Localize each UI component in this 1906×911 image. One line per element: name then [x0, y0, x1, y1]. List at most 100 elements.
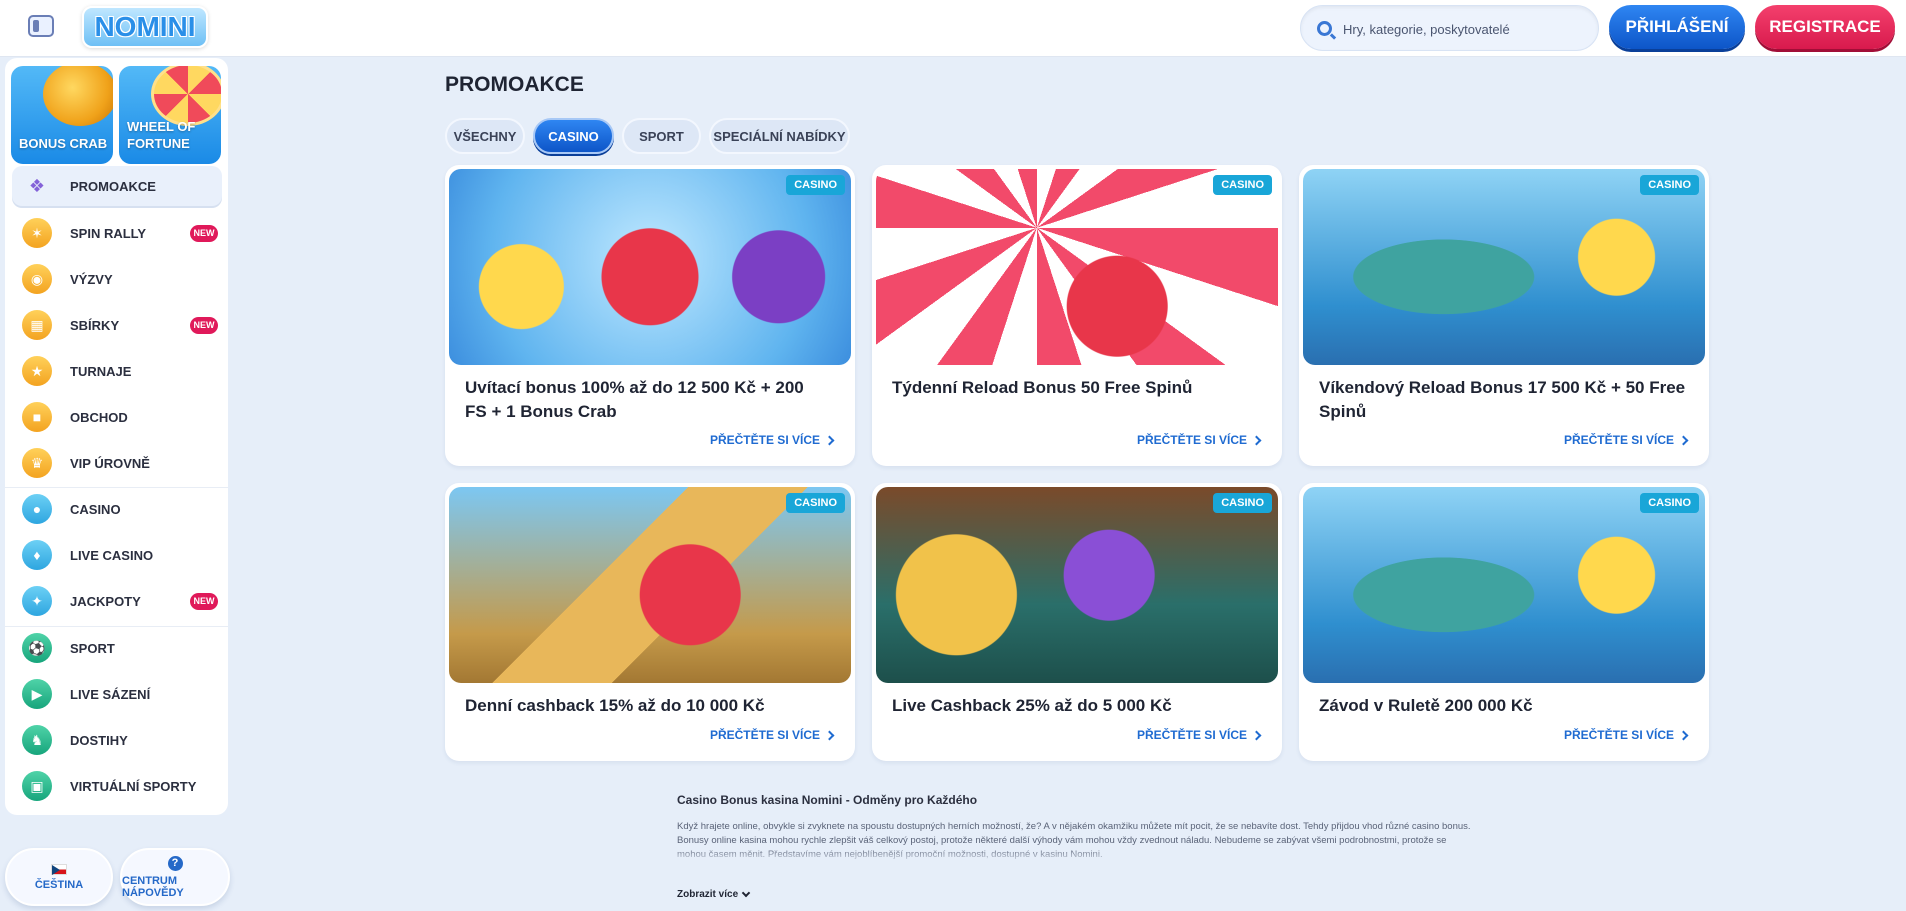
sidebar-item-label: SBÍRKY [70, 317, 120, 333]
show-more-label: Zobrazit více [677, 889, 739, 900]
promo-card-title: Závod v Ruletě 200 000 Kč [1319, 696, 1533, 715]
read-more-link[interactable]: PŘEČTĚTE SI VÍCE [1563, 433, 1689, 447]
new-badge: NEW [190, 224, 218, 242]
sidebar-item-virtualni-sporty[interactable]: ▣ VIRTUÁLNÍ SPORTY [12, 766, 222, 806]
sidebar-item-sport[interactable]: ⚽ SPORT [12, 628, 222, 668]
crown-icon: ♛ [22, 448, 52, 478]
seo-heading: Casino Bonus kasina Nomini - Odměny pro … [677, 793, 978, 807]
tab-specialni-nabidky[interactable]: SPECIÁLNÍ NABÍDKY [709, 118, 850, 154]
seo-fade-overlay [677, 848, 1477, 864]
sidebar-item-casino[interactable]: ● CASINO [12, 489, 222, 529]
sidebar-item-label: CASINO [70, 501, 121, 517]
read-more-link[interactable]: PŘEČTĚTE SI VÍCE [1136, 728, 1262, 742]
promo-card-title: Denní cashback 15% až do 10 000 Kč [465, 696, 765, 715]
shop-icon: ■ [22, 402, 52, 432]
live-betting-icon: ▶ [22, 679, 52, 709]
sidebar-item-live-sazeni[interactable]: ▶ LIVE SÁZENÍ [12, 674, 222, 714]
sidebar-item-vyzvy[interactable]: ◉ VÝZVY [12, 259, 222, 299]
help-center-button[interactable]: ? CENTRUM NÁPOVĚDY [120, 848, 230, 906]
read-more-label: PŘEČTĚTE SI VÍCE [1563, 433, 1674, 447]
sidebar-item-obchod[interactable]: ■ OBCHOD [12, 397, 222, 437]
cherry-icon: ● [22, 494, 52, 524]
read-more-label: PŘEČTĚTE SI VÍCE [1136, 728, 1247, 742]
sidebar-item-sbirky[interactable]: ▦ SBÍRKY NEW [12, 305, 222, 345]
login-button[interactable]: PŘIHLÁŠENÍ [1609, 5, 1745, 49]
sidebar-divider [5, 626, 228, 627]
promo-card[interactable]: CASINO Týdenní Reload Bonus 50 Free Spin… [872, 165, 1282, 466]
sidebar-item-live-casino[interactable]: ♦ LIVE CASINO [12, 535, 222, 575]
sidebar-item-dostihy[interactable]: ♞ DOSTIHY [12, 720, 222, 760]
horse-icon: ♞ [22, 725, 52, 755]
sidebar-item-label: LIVE SÁZENÍ [70, 686, 151, 702]
trophy-icon: ★ [22, 356, 52, 386]
wheel-of-fortune-tile[interactable]: WHEEL OF FORTUNE [119, 66, 221, 164]
read-more-label: PŘEČTĚTE SI VÍCE [709, 433, 820, 447]
promo-card-title: Víkendový Reload Bonus 17 500 Kč + 50 Fr… [1319, 378, 1686, 421]
sidebar-item-turnaje[interactable]: ★ TURNAJE [12, 351, 222, 391]
help-label: CENTRUM NÁPOVĚDY [122, 874, 184, 899]
read-more-link[interactable]: PŘEČTĚTE SI VÍCE [709, 433, 835, 447]
tab-vsechny[interactable]: VŠECHNY [445, 118, 525, 154]
category-tag: CASINO [1640, 493, 1699, 513]
search-icon [1317, 21, 1332, 36]
promo-card[interactable]: CASINO Denní cashback 15% až do 10 000 K… [445, 483, 855, 761]
search-box[interactable] [1300, 5, 1599, 51]
sidebar-item-promoakce[interactable]: ❖ PROMOAKCE [12, 166, 222, 206]
sidebar-item-label: LIVE CASINO [70, 547, 154, 563]
virtual-sports-icon: ▣ [22, 771, 52, 801]
register-button[interactable]: REGISTRACE [1755, 5, 1895, 49]
chevron-right-icon [1251, 435, 1262, 445]
chevron-right-icon [824, 435, 835, 445]
sidebar-item-label: VIP ÚROVNĚ [70, 455, 150, 471]
promo-card-title: Live Cashback 25% až do 5 000 Kč [892, 696, 1172, 715]
read-more-label: PŘEČTĚTE SI VÍCE [1136, 433, 1247, 447]
spin-rally-icon: ✶ [22, 218, 52, 248]
promo-card-image[interactable]: CASINO [876, 487, 1278, 683]
sidebar: BONUS CRAB WHEEL OF FORTUNE ❖ PROMOAKCE … [5, 58, 228, 815]
sidebar-toggle-icon[interactable] [28, 15, 54, 37]
promo-card-image[interactable]: CASINO [449, 169, 851, 365]
sidebar-item-label: VIRTUÁLNÍ SPORTY [70, 778, 197, 794]
chevron-right-icon [1678, 435, 1689, 445]
new-badge: NEW [190, 316, 218, 334]
promo-card-image[interactable]: CASINO [1303, 487, 1705, 683]
promo-card[interactable]: CASINO Uvítací bonus 100% až do 12 500 K… [445, 165, 855, 466]
tab-sport[interactable]: SPORT [622, 118, 701, 154]
sidebar-divider [5, 487, 228, 488]
promo-card-image[interactable]: CASINO [1303, 169, 1705, 365]
read-more-label: PŘEČTĚTE SI VÍCE [1563, 728, 1674, 742]
bonus-crab-tile[interactable]: BONUS CRAB [11, 66, 113, 164]
promo-card-image[interactable]: CASINO [876, 169, 1278, 365]
read-more-link[interactable]: PŘEČTĚTE SI VÍCE [709, 728, 835, 742]
chevron-right-icon [824, 730, 835, 740]
tab-casino[interactable]: CASINO [533, 118, 614, 154]
sidebar-item-label: SPORT [70, 640, 115, 656]
sidebar-item-spin-rally[interactable]: ✶ SPIN RALLY NEW [12, 213, 222, 253]
sidebar-item-label: VÝZVY [70, 271, 113, 287]
sidebar-item-label: PROMOAKCE [70, 178, 156, 194]
show-more-button[interactable]: Zobrazit více [677, 888, 751, 900]
category-tag: CASINO [1213, 175, 1272, 195]
collection-icon: ▦ [22, 310, 52, 340]
sidebar-item-label: SPIN RALLY [70, 225, 147, 241]
read-more-link[interactable]: PŘEČTĚTE SI VÍCE [1563, 728, 1689, 742]
promo-card-title: Týdenní Reload Bonus 50 Free Spinů [892, 378, 1193, 397]
sidebar-item-label: TURNAJE [70, 363, 132, 379]
search-input[interactable] [1343, 18, 1583, 40]
category-tag: CASINO [786, 493, 845, 513]
promo-card[interactable]: CASINO Live Cashback 25% až do 5 000 Kč … [872, 483, 1282, 761]
read-more-link[interactable]: PŘEČTĚTE SI VÍCE [1136, 433, 1262, 447]
read-more-label: PŘEČTĚTE SI VÍCE [709, 728, 820, 742]
promo-card-image[interactable]: CASINO [449, 487, 851, 683]
sidebar-item-vip-urovne[interactable]: ♛ VIP ÚROVNĚ [12, 443, 222, 483]
jackpot-icon: ✦ [22, 586, 52, 616]
help-icon: ? [167, 855, 183, 871]
promo-card[interactable]: CASINO Závod v Ruletě 200 000 Kč PŘEČTĚT… [1299, 483, 1709, 761]
gift-icon: ❖ [28, 175, 46, 196]
category-tag: CASINO [786, 175, 845, 195]
language-button[interactable]: ČEŠTINA [5, 848, 113, 906]
nomini-logo[interactable]: NOMINI [82, 6, 208, 48]
promo-card[interactable]: CASINO Víkendový Reload Bonus 17 500 Kč … [1299, 165, 1709, 466]
challenge-icon: ◉ [22, 264, 52, 294]
sidebar-item-jackpoty[interactable]: ✦ JACKPOTY NEW [12, 581, 222, 621]
